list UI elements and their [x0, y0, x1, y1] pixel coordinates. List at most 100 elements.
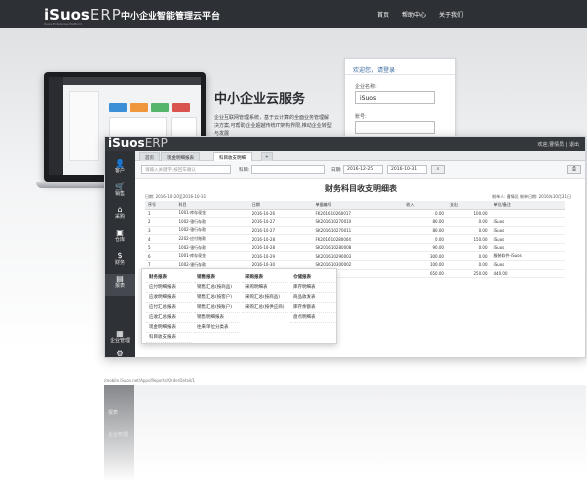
menu-item[interactable]: 应付汇总报表 [146, 303, 192, 313]
sidebar-item-settings[interactable]: ⚙设置 [105, 349, 135, 357]
table-row[interactable]: 6 1001-库存现金 2016-10-29 SK201610290003 300.00… [145, 251, 565, 262]
site-title: 中小企业智能管理云平台 [121, 12, 221, 22]
table-cell: FK201610280004 [312, 234, 404, 244]
sidebar-item-customer[interactable]: 👤 客户 [105, 159, 135, 177]
table-cell: 服装软件-iSuos [490, 251, 565, 262]
menu-item[interactable]: 现金明细报表 [146, 323, 192, 333]
table-cell: 0.00 [446, 226, 491, 236]
table-cell: 5 [145, 243, 176, 253]
login-header: 欢迎您，请登录 [345, 59, 455, 75]
print-button[interactable]: ⎙ [567, 165, 581, 174]
search-input[interactable]: 请输入关键字,按回车确认 [141, 165, 231, 174]
reflect-label: 企业管理 [108, 432, 129, 438]
col-income: 收入 [403, 201, 447, 210]
sidebar-reflection: 报表 企业管理 [104, 385, 134, 487]
app-logo[interactable]: iSuosERP [108, 136, 168, 150]
app-logo-main: iSuos [108, 136, 145, 150]
report-range: 日期: 2016-10-20至2016-10-31 [145, 194, 207, 199]
col-doc-no: 单据编号 [312, 201, 404, 210]
table-cell: 1001-库存现金 [175, 251, 249, 262]
account-input[interactable] [355, 121, 435, 134]
sidebar-item-enterprise[interactable]: ▦ 企业管理 [105, 329, 135, 347]
menu-item[interactable]: 应收明细报表 [146, 293, 192, 303]
table-cell: 2016-10-29 [248, 251, 313, 262]
subject-label: 科目: [239, 168, 250, 173]
table-header-row: 序号 科目 日期 单据编号 收入 支出 单位/备注 [145, 201, 565, 210]
menu-item[interactable]: 销售汇总(按账户) [194, 303, 240, 313]
menu-item[interactable]: 盘点明细表 [290, 313, 336, 323]
laptop-tile [172, 103, 190, 112]
cart-icon: 🛒 [115, 182, 125, 191]
col-remark: 单位/备注 [490, 201, 565, 210]
table-row[interactable]: 3 1002-银行存款 2016-10-27 SK201610270011 80.00 0… [145, 226, 565, 236]
account-label: 账号: [355, 114, 367, 120]
sidebar-label: 仓库 [114, 237, 125, 243]
table-cell: SK201610290003 [312, 251, 404, 262]
menu-item[interactable]: 销售汇总(按商品) [194, 283, 240, 293]
sidebar-item-warehouse[interactable]: ▣ 仓库 [105, 228, 135, 246]
table-cell: 3 [145, 226, 176, 236]
table-cell: 1 [145, 209, 176, 219]
table-cell: iSuos [490, 260, 565, 270]
menu-item[interactable]: 销售汇总(按客户) [194, 293, 240, 303]
user-links[interactable]: 欢迎,曹情员 | 退出 [538, 141, 579, 148]
tab-home[interactable]: 首页 [139, 152, 160, 161]
menu-item[interactable]: 采购汇总(按供应商) [242, 303, 288, 313]
report-toolbar: 请输入关键字,按回车确认 科目: 日期: 2016-12-25 2016-10-… [135, 161, 585, 179]
report-title: 财务科目收支明细表 [325, 184, 397, 193]
table-cell: 150.00 [446, 234, 491, 244]
app-header: iSuosERP 欢迎,曹情员 | 退出 [105, 136, 585, 151]
table-row[interactable]: 1 1001-库存现金 2016-10-26 FK201610260017 0.00 10… [145, 209, 565, 219]
menu-group-header: 销售报表 [194, 273, 240, 283]
table-cell: FK201610260017 [312, 209, 404, 219]
menu-group-header: 财务报表 [146, 273, 192, 283]
subject-select[interactable] [251, 165, 325, 174]
company-input[interactable]: iSuos [355, 91, 435, 104]
menu-item[interactable]: 商品收发表 [290, 293, 336, 303]
table-cell: SK201610270010 [312, 217, 404, 227]
sidebar-item-finance[interactable]: $ 财务 [105, 251, 135, 269]
tab-cash-report[interactable]: 现金明细报表 [161, 152, 200, 161]
status-url: /mobile.iSuos.net/Apps/Reports/OrderDeta… [104, 378, 196, 383]
menu-item[interactable]: 采购汇总(按商品) [242, 293, 288, 303]
table-cell: 100.00 [403, 260, 447, 270]
table-row[interactable]: 4 2202-应付账款 2016-10-28 FK201610280004 0.00 15… [145, 234, 565, 244]
laptop-sidebar [49, 77, 63, 175]
menu-item[interactable]: 应付明细报表 [146, 283, 192, 293]
dollar-icon: $ [117, 251, 123, 260]
table-row[interactable]: 2 1002-银行存款 2016-10-27 SK201610270010 80.00 0… [145, 217, 565, 227]
menu-item[interactable]: 库存余额表 [290, 303, 336, 313]
nav-help[interactable]: 帮助中心 [402, 10, 426, 19]
tab-add[interactable]: + [261, 152, 273, 161]
date-to-input[interactable]: 2016-10-31 [387, 165, 427, 174]
box-icon: ▣ [116, 228, 124, 237]
company-label: 企业名称: [355, 84, 377, 90]
nav-about[interactable]: 关于我们 [439, 10, 463, 19]
app-sidebar: 👤客户 🛒销售 ⌂采购 ▣仓库 $财务 ▤报表 ▦企业管理 ⚙设置 [105, 151, 135, 357]
sidebar-item-reports[interactable]: ▤ 报表 [105, 274, 135, 296]
laptop-list [69, 91, 99, 161]
nav-home[interactable]: 首页 [377, 10, 389, 19]
table-row[interactable]: 5 1002-银行存款 2016-10-28 SK201610280008 90.00 0… [145, 243, 565, 253]
date-from-input[interactable]: 2016-12-25 [343, 165, 383, 174]
col-index: 序号 [145, 201, 176, 210]
home-icon: ⌂ [117, 205, 123, 214]
sidebar-item-sales[interactable]: 🛒 销售 [105, 182, 135, 200]
menu-item[interactable]: 库存明细表 [290, 283, 336, 293]
table-cell: 80.00 [403, 226, 447, 236]
sidebar-item-purchase[interactable]: ⌂ 采购 [105, 205, 135, 223]
hero-title: 中小企业云服务 [214, 92, 306, 107]
tab-subject-detail[interactable]: 科目收支明细 [213, 152, 252, 161]
sidebar-label: 销售 [114, 191, 125, 197]
table-cell: SK201610280008 [312, 243, 404, 253]
menu-item[interactable]: 采购明细表 [242, 283, 288, 293]
col-expense: 支出 [446, 201, 491, 210]
search-button[interactable]: ⌕ [431, 165, 445, 174]
menu-item[interactable]: 销售明细报表 [194, 313, 240, 323]
menu-item[interactable]: 往来单位分类表 [194, 323, 240, 333]
laptop-tile [130, 103, 148, 112]
menu-item[interactable]: 应收汇总报表 [146, 313, 192, 323]
menu-item[interactable]: 科目收支报表 [146, 333, 192, 343]
print-icon: ⎙ [571, 166, 576, 172]
col-date: 日期 [248, 201, 313, 210]
